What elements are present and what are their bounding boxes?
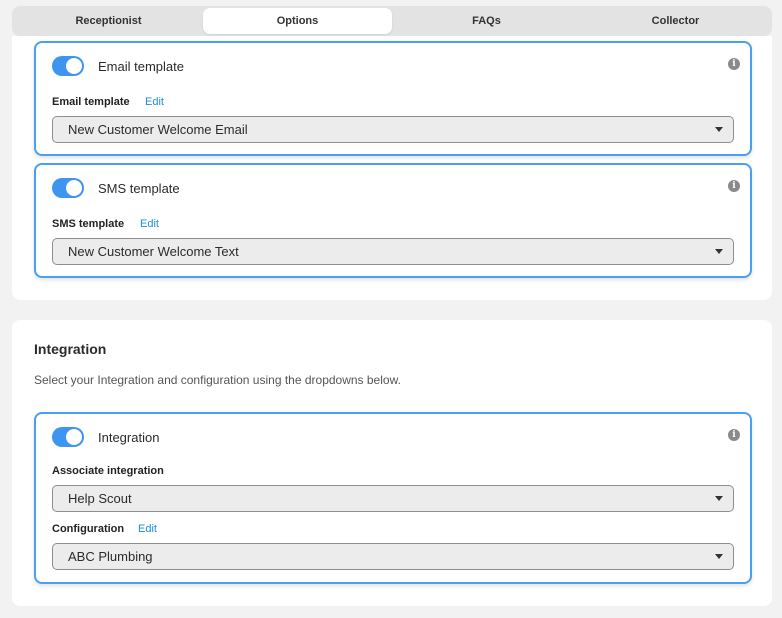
- integration-toggle-row: Integration: [52, 427, 159, 447]
- chevron-down-icon: [715, 249, 723, 254]
- tab-options[interactable]: Options: [203, 8, 392, 34]
- email-template-field-label: Email template: [52, 96, 130, 108]
- sms-template-selected-value: New Customer Welcome Text: [68, 244, 239, 259]
- associate-integration-label: Associate integration: [52, 465, 164, 477]
- sms-template-card: SMS template i SMS template Edit New Cus…: [34, 163, 752, 278]
- toggle-knob: [66, 58, 82, 74]
- email-template-select[interactable]: New Customer Welcome Email: [52, 116, 734, 143]
- integration-section-description: Select your Integration and configuratio…: [34, 373, 401, 387]
- sms-template-field-label: SMS template: [52, 218, 125, 230]
- tab-bar: Receptionist Options FAQs Collector: [12, 6, 772, 36]
- tab-faqs[interactable]: FAQs: [392, 8, 581, 34]
- configuration-edit-link[interactable]: Edit: [138, 523, 157, 535]
- integration-section-title: Integration: [34, 341, 107, 357]
- tab-collector[interactable]: Collector: [581, 8, 770, 34]
- sms-toggle-row: SMS template: [52, 178, 180, 198]
- templates-panel: Email template i Email template Edit New…: [12, 36, 772, 300]
- configuration-label: Configuration: [52, 523, 125, 535]
- sms-template-edit-link[interactable]: Edit: [140, 218, 159, 230]
- email-template-card: Email template i Email template Edit New…: [34, 41, 752, 156]
- associate-integration-select[interactable]: Help Scout: [52, 485, 734, 512]
- chevron-down-icon: [715, 127, 723, 132]
- email-template-toggle[interactable]: [52, 56, 84, 76]
- configuration-selected-value: ABC Plumbing: [68, 549, 153, 564]
- email-template-selected-value: New Customer Welcome Email: [68, 122, 248, 137]
- toggle-knob: [66, 429, 82, 445]
- sms-template-toggle[interactable]: [52, 178, 84, 198]
- email-toggle-label: Email template: [98, 58, 184, 74]
- email-template-edit-link[interactable]: Edit: [145, 96, 164, 108]
- tab-receptionist[interactable]: Receptionist: [14, 8, 203, 34]
- chevron-down-icon: [715, 496, 723, 501]
- email-toggle-row: Email template: [52, 56, 184, 76]
- configuration-select[interactable]: ABC Plumbing: [52, 543, 734, 570]
- info-icon[interactable]: i: [728, 429, 740, 441]
- integration-toggle[interactable]: [52, 427, 84, 447]
- sms-template-select[interactable]: New Customer Welcome Text: [52, 238, 734, 265]
- info-icon[interactable]: i: [728, 180, 740, 192]
- integration-card: Integration i Associate integration Help…: [34, 412, 752, 584]
- toggle-knob: [66, 180, 82, 196]
- sms-toggle-label: SMS template: [98, 180, 180, 196]
- info-icon[interactable]: i: [728, 58, 740, 70]
- integration-panel: Integration Select your Integration and …: [12, 320, 772, 606]
- associate-integration-selected-value: Help Scout: [68, 491, 132, 506]
- chevron-down-icon: [715, 554, 723, 559]
- integration-toggle-label: Integration: [98, 429, 160, 445]
